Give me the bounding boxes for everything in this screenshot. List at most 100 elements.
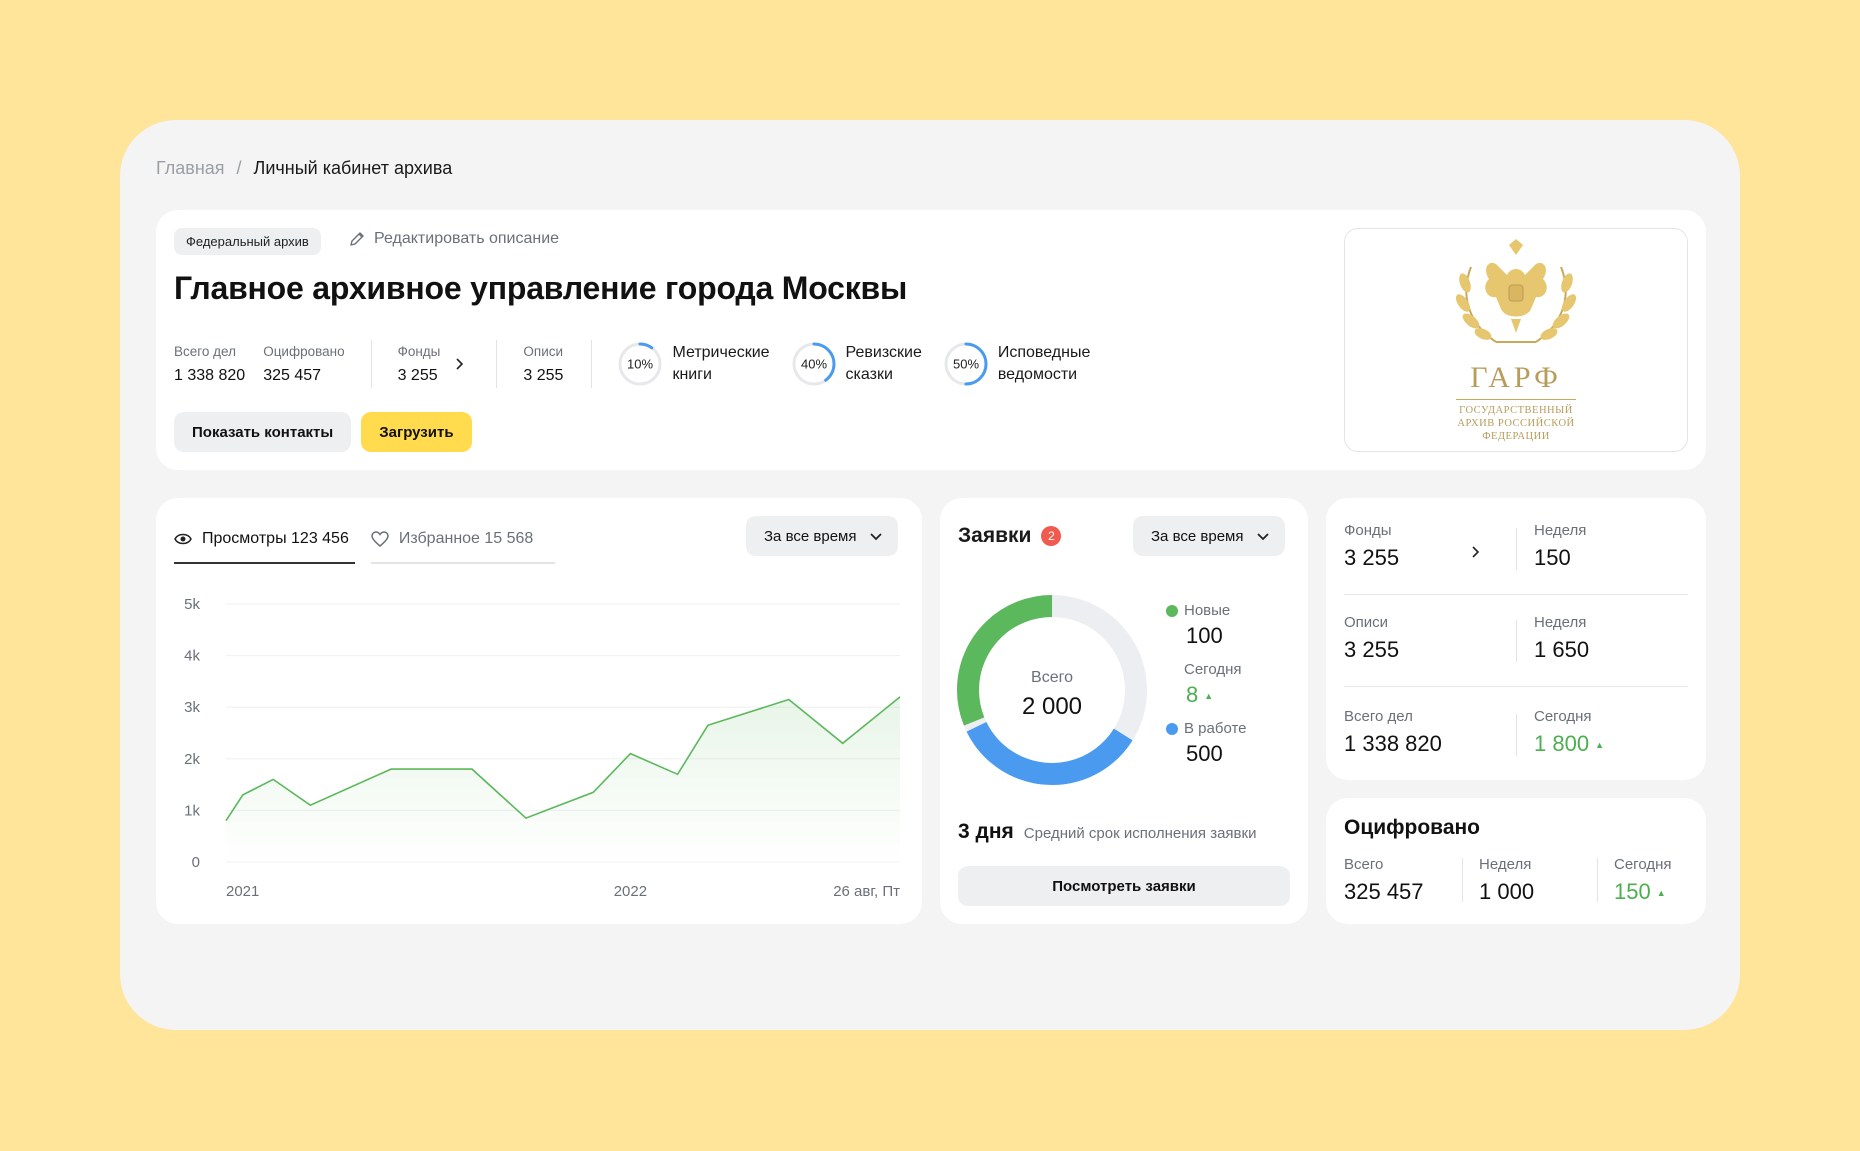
divider (496, 340, 498, 388)
chevron-right-icon[interactable] (1468, 544, 1484, 560)
x-tick-label: 2021 (226, 883, 259, 900)
stat-label: Оцифровано (263, 343, 345, 359)
ring-percent-label: 50% (953, 357, 979, 372)
progress-label-line2: книги (672, 366, 712, 383)
divider (591, 340, 593, 388)
stat-total-cases: Всего дел 1 338 820 (174, 344, 245, 385)
page-title: Главное архивное управление города Москв… (174, 270, 908, 306)
progress-label-line2: ведомости (997, 366, 1078, 383)
y-tick-label: 2k (184, 751, 200, 768)
logo-rule (1456, 399, 1576, 400)
chart-area-fill (226, 696, 900, 862)
progress-revision-tales: 40% Ревизские сказки (790, 340, 922, 388)
upload-button[interactable]: Загрузить (361, 412, 472, 452)
views-line-chart: 0 1k 2k 3k 4k 5k 2021 2022 26 авг, Пт (184, 596, 901, 900)
stat-inventories: Описи 3 255 (523, 344, 563, 385)
legend-today-value-row: 8 ▲ (1186, 682, 1247, 708)
average-term-value: 3 дня (958, 820, 1014, 843)
archive-header-card: Федеральный архив Редактировать описание… (156, 210, 1706, 470)
ring-percent-label: 10% (627, 357, 653, 372)
summary-value: 3 255 (1344, 545, 1400, 570)
breadcrumb-home[interactable]: Главная (156, 158, 225, 179)
legend-new-label: Новые (1184, 602, 1231, 619)
stat-value: 325 457 (263, 366, 322, 384)
progress-ring: 10% (618, 342, 662, 386)
header-actions: Показать контакты Загрузить (174, 412, 472, 452)
logo-letters: ГАРФ (1470, 361, 1562, 394)
progress-label-line1: Исповедные (997, 344, 1091, 361)
requests-count-badge: 2 (1041, 526, 1062, 546)
progress-ring: 50% (944, 342, 988, 386)
archive-stats: Всего дел 1 338 820 Оцифровано 325 457 Ф… (174, 338, 1110, 390)
summary-label: Всего дел (1344, 708, 1413, 725)
legend-new: Новые 100 (1166, 602, 1247, 649)
stat-label: Описи (523, 343, 564, 359)
pencil-icon (350, 232, 364, 246)
summary-value: 1 650 (1534, 637, 1590, 662)
legend-work-label: В работе (1184, 720, 1247, 737)
dashboard-frame: Главная / Личный кабинет архива Федераль… (120, 120, 1740, 1030)
divider (1516, 620, 1517, 662)
show-contacts-button[interactable]: Показать контакты (174, 412, 352, 452)
progress-confession-lists: 50% Исповедные ведомости (942, 340, 1091, 388)
y-tick-label: 5k (184, 596, 200, 613)
x-tick-label: 26 авг, Пт (833, 883, 900, 900)
summary-value: 3 255 (1344, 637, 1400, 662)
stat-label: Всего дел (174, 343, 236, 359)
digitized-label: Всего (1344, 856, 1384, 873)
blue-dot-icon (1166, 722, 1178, 735)
stat-funds[interactable]: Фонды 3 255 (398, 344, 441, 385)
stat-value: 1 338 820 (174, 366, 246, 384)
requests-title-text: Заявки (958, 524, 1032, 547)
logo-subtitle-3: ФЕДЕРАЦИИ (1482, 431, 1550, 442)
digitized-today-row: 150 ▲ (1614, 879, 1688, 905)
ring-percent-label: 40% (801, 357, 827, 372)
summary-label: Неделя (1534, 522, 1587, 539)
digitized-title: Оцифровано (1344, 816, 1481, 839)
digitized-label: Неделя (1479, 856, 1532, 873)
green-dot-icon (1166, 604, 1178, 617)
summary-label: Описи (1344, 614, 1389, 631)
requests-card: Заявки 2 За все время Всего 2 000 Новые … (940, 498, 1308, 924)
legend-in-work: В работе 500 (1166, 720, 1247, 767)
edit-description-label: Редактировать описание (374, 230, 560, 247)
stat-value: 3 255 (523, 366, 564, 384)
trend-up-icon: ▲ (1656, 888, 1666, 899)
y-tick-label: 3k (184, 699, 200, 716)
stat-value: 3 255 (397, 366, 438, 384)
divider (1516, 714, 1517, 756)
views-chart-card: Просмотры 123 456 Избранное 15 568 За вс… (156, 498, 922, 924)
stat-label: Фонды (397, 343, 441, 359)
digitized-card: Оцифровано Всего 325 457 Неделя 1 000 Сего… (1326, 798, 1706, 924)
trend-up-icon: ▲ (1595, 740, 1604, 751)
summary-card: Фонды 3 255 Неделя 150 Описи 3 255 Неделя 1 … (1326, 498, 1706, 780)
archive-type-badge: Федеральный архив (174, 228, 321, 255)
summary-today-row: 1 800 ▲ (1534, 731, 1688, 757)
summary-label: Фонды (1344, 522, 1392, 539)
digitized-value: 1 000 (1479, 879, 1535, 904)
breadcrumb-current: Личный кабинет архива (253, 158, 453, 178)
chevron-right-icon[interactable] (452, 356, 468, 372)
view-requests-button[interactable]: Посмотреть заявки (958, 866, 1290, 906)
requests-period-select[interactable]: За все время (1133, 516, 1286, 556)
requests-title: Заявки 2 (958, 516, 1062, 556)
breadcrumb-separator: / (236, 158, 242, 178)
chevron-down-icon (1257, 533, 1270, 541)
divider (1344, 594, 1688, 595)
progress-label-line1: Ревизские (845, 344, 922, 361)
digitized-value: 150 (1614, 879, 1651, 904)
donut-segment (957, 595, 1147, 785)
legend-work-label-row: В работе (1166, 720, 1247, 737)
y-tick-label: 1k (184, 802, 200, 819)
donut-total-value: 2 000 (1022, 693, 1082, 720)
donut-total-label: Всего (1031, 669, 1073, 686)
average-term: 3 дня Средний срок исполнения заявки (958, 820, 1256, 844)
legend-today-label: Сегодня (1184, 661, 1242, 678)
archive-logo: ГАРФ ГОСУДАРСТВЕННЫЙ АРХИВ РОССИЙСКОЙ ФЕ… (1344, 228, 1688, 452)
logo-subtitle-2: АРХИВ РОССИЙСКОЙ (1457, 418, 1575, 429)
edit-description-link[interactable]: Редактировать описание (348, 230, 559, 248)
divider (1344, 686, 1688, 687)
y-tick-label: 4k (184, 648, 200, 665)
divider (370, 340, 372, 388)
trend-up-icon: ▲ (1204, 691, 1214, 702)
